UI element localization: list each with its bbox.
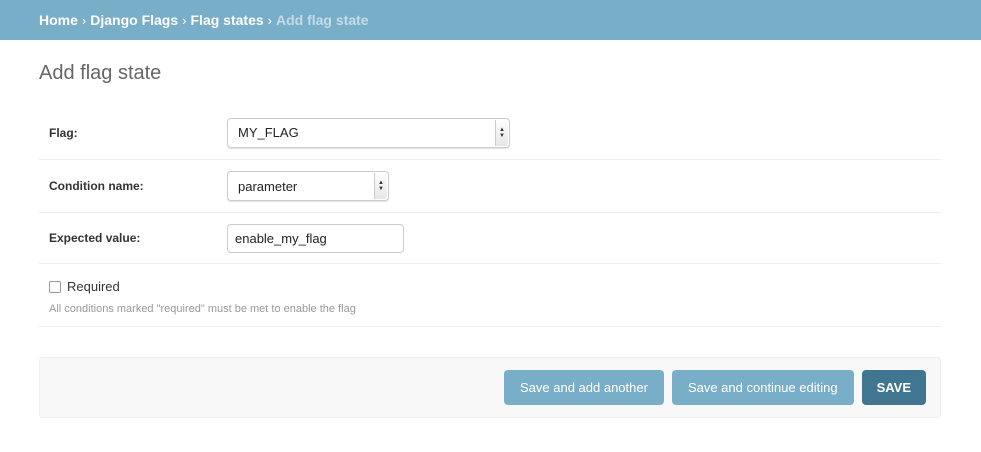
required-help-text: All conditions marked "required" must be…: [49, 303, 356, 315]
flag-label: Flag:: [49, 125, 78, 140]
condition-name-label: Condition name:: [49, 179, 144, 193]
breadcrumb-model-link[interactable]: Flag states: [191, 12, 264, 28]
breadcrumb: Home › Django Flags › Flag states › Add …: [0, 0, 981, 40]
add-flag-state-form: Flag: MY_FLAG ▲ ▼ Condition name: paramet…: [39, 106, 941, 327]
flag-select-value: MY_FLAG: [238, 125, 299, 140]
breadcrumb-home-link[interactable]: Home: [39, 12, 78, 28]
condition-name-select-value: parameter: [238, 178, 298, 194]
select-arrows-icon: ▲ ▼: [495, 119, 508, 146]
condition-name-select[interactable]: parameter ▲ ▼: [227, 171, 389, 201]
select-arrows-icon: ▲ ▼: [374, 173, 387, 199]
required-checkbox[interactable]: [49, 280, 61, 293]
breadcrumb-current: Add flag state: [275, 12, 369, 28]
form-row-expected-value: Expected value:: [39, 213, 941, 264]
expected-value-input[interactable]: [227, 223, 404, 253]
save-button[interactable]: SAVE: [861, 370, 926, 405]
breadcrumb-separator: ›: [267, 12, 272, 28]
breadcrumb-separator: ›: [182, 12, 187, 28]
page-title: Add flag state: [39, 62, 162, 84]
expected-value-label: Expected value:: [49, 231, 141, 245]
breadcrumb-app-link[interactable]: Django Flags: [90, 12, 178, 28]
required-checkbox-line: Required: [49, 279, 941, 294]
save-and-add-another-button[interactable]: Save and add another: [504, 370, 664, 405]
required-label[interactable]: Required: [67, 279, 120, 294]
flag-select[interactable]: MY_FLAG ▲ ▼: [227, 117, 510, 148]
submit-row: Save and add another Save and continue e…: [39, 357, 941, 418]
form-row-condition: Condition name: parameter ▲ ▼: [39, 160, 941, 213]
save-and-continue-editing-button[interactable]: Save and continue editing: [671, 370, 854, 405]
form-row-flag: Flag: MY_FLAG ▲ ▼: [39, 106, 941, 160]
form-row-required: Required All conditions marked "required…: [39, 264, 941, 327]
breadcrumb-separator: ›: [81, 12, 87, 28]
